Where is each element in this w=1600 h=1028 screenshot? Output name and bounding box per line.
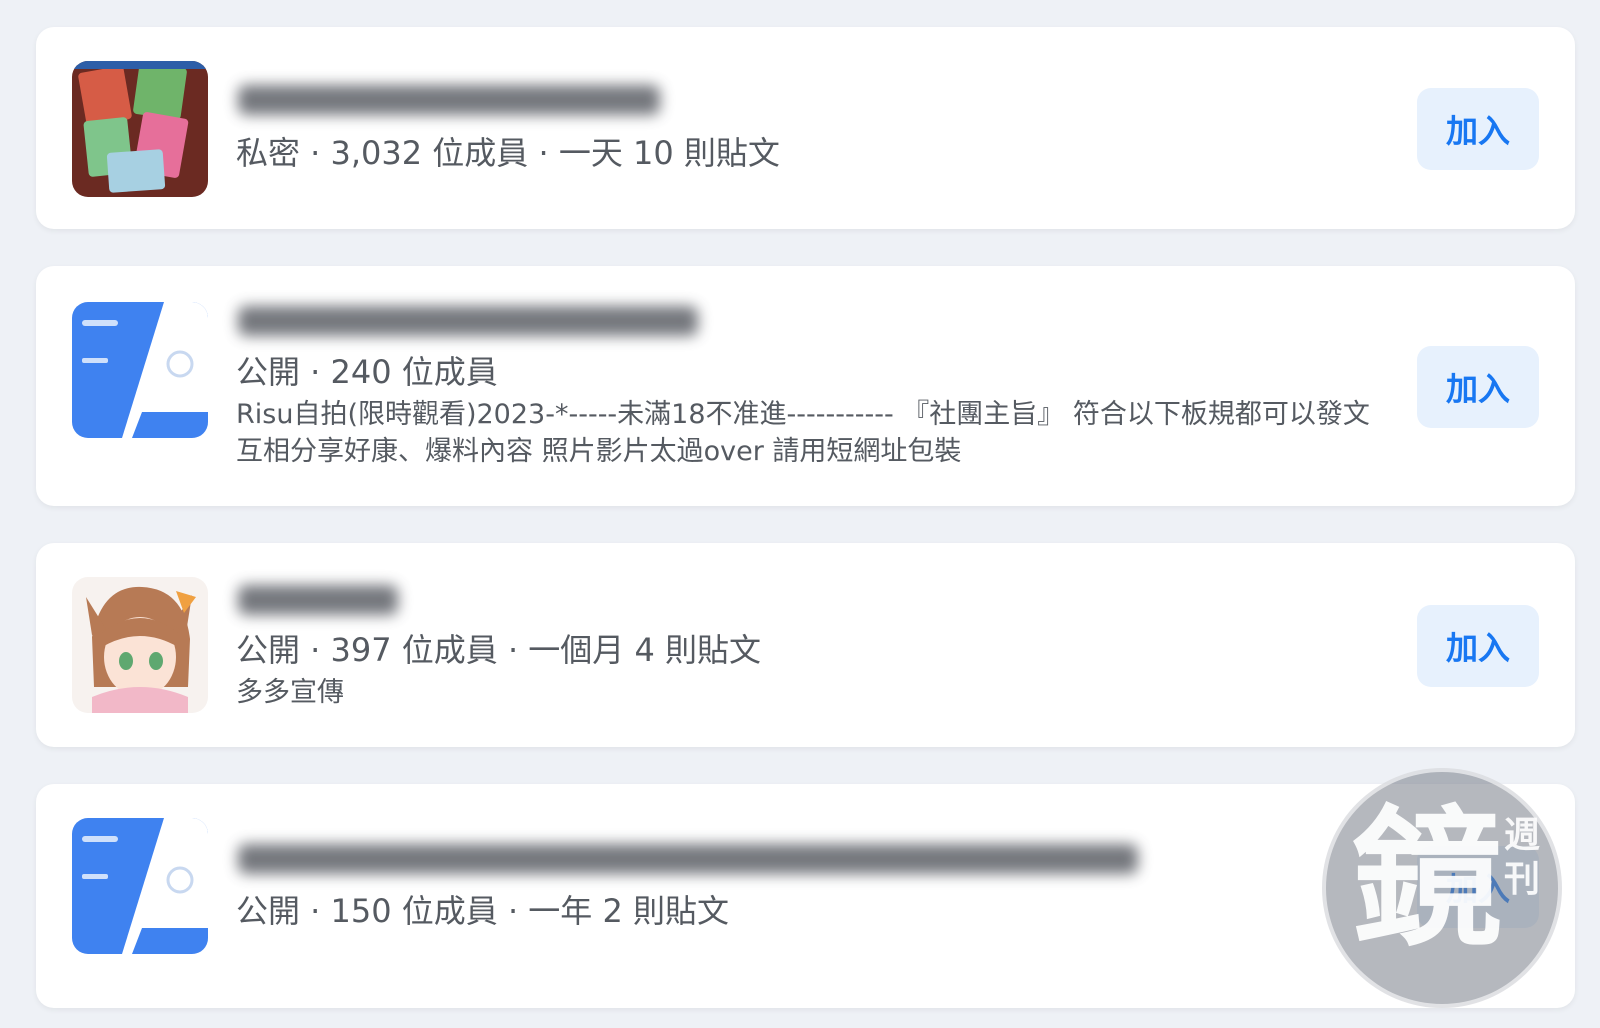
avatar-image-icon bbox=[72, 61, 208, 197]
avatar-image-icon bbox=[72, 577, 208, 713]
group-description: Risu自拍(限時觀看)2023-*-----未滿18不准進----------… bbox=[236, 399, 1370, 467]
watermark-side-text: 週刊 bbox=[1504, 815, 1541, 900]
group-name-blurred[interactable] bbox=[238, 844, 1138, 874]
group-meta: 公開 · 397 位成員 · 一個月 4 則貼文 bbox=[236, 631, 761, 669]
group-card[interactable]: 公開 · 240 位成員 Risu自拍(限時觀看)2023-*-----未滿18… bbox=[36, 266, 1575, 506]
group-meta: 公開 · 150 位成員 · 一年 2 則貼文 bbox=[236, 892, 729, 930]
group-avatar[interactable] bbox=[72, 302, 208, 438]
group-name-blurred[interactable] bbox=[238, 585, 398, 615]
avatar-image-icon bbox=[72, 302, 208, 438]
magazine-watermark-logo: 鏡 週刊 bbox=[1322, 768, 1562, 1008]
join-button[interactable]: 加入 bbox=[1417, 88, 1539, 170]
avatar-image-icon bbox=[72, 818, 208, 954]
group-meta: 私密 · 3,032 位成員 · 一天 10 則貼文 bbox=[236, 134, 780, 172]
group-card[interactable]: 私密 · 3,032 位成員 · 一天 10 則貼文 加入 bbox=[36, 27, 1575, 229]
join-button[interactable]: 加入 bbox=[1417, 346, 1539, 428]
watermark-glyph: 鏡 bbox=[1352, 793, 1503, 967]
group-avatar[interactable] bbox=[72, 577, 208, 713]
group-name-blurred[interactable] bbox=[238, 306, 698, 336]
group-description: 多多宣傳 bbox=[236, 677, 344, 708]
group-name-blurred[interactable] bbox=[238, 85, 660, 115]
group-meta: 公開 · 240 位成員 bbox=[236, 353, 498, 391]
group-avatar[interactable] bbox=[72, 61, 208, 197]
join-button[interactable]: 加入 bbox=[1417, 605, 1539, 687]
group-avatar[interactable] bbox=[72, 818, 208, 954]
group-card[interactable]: 公開 · 397 位成員 · 一個月 4 則貼文 多多宣傳 加入 bbox=[36, 543, 1575, 747]
